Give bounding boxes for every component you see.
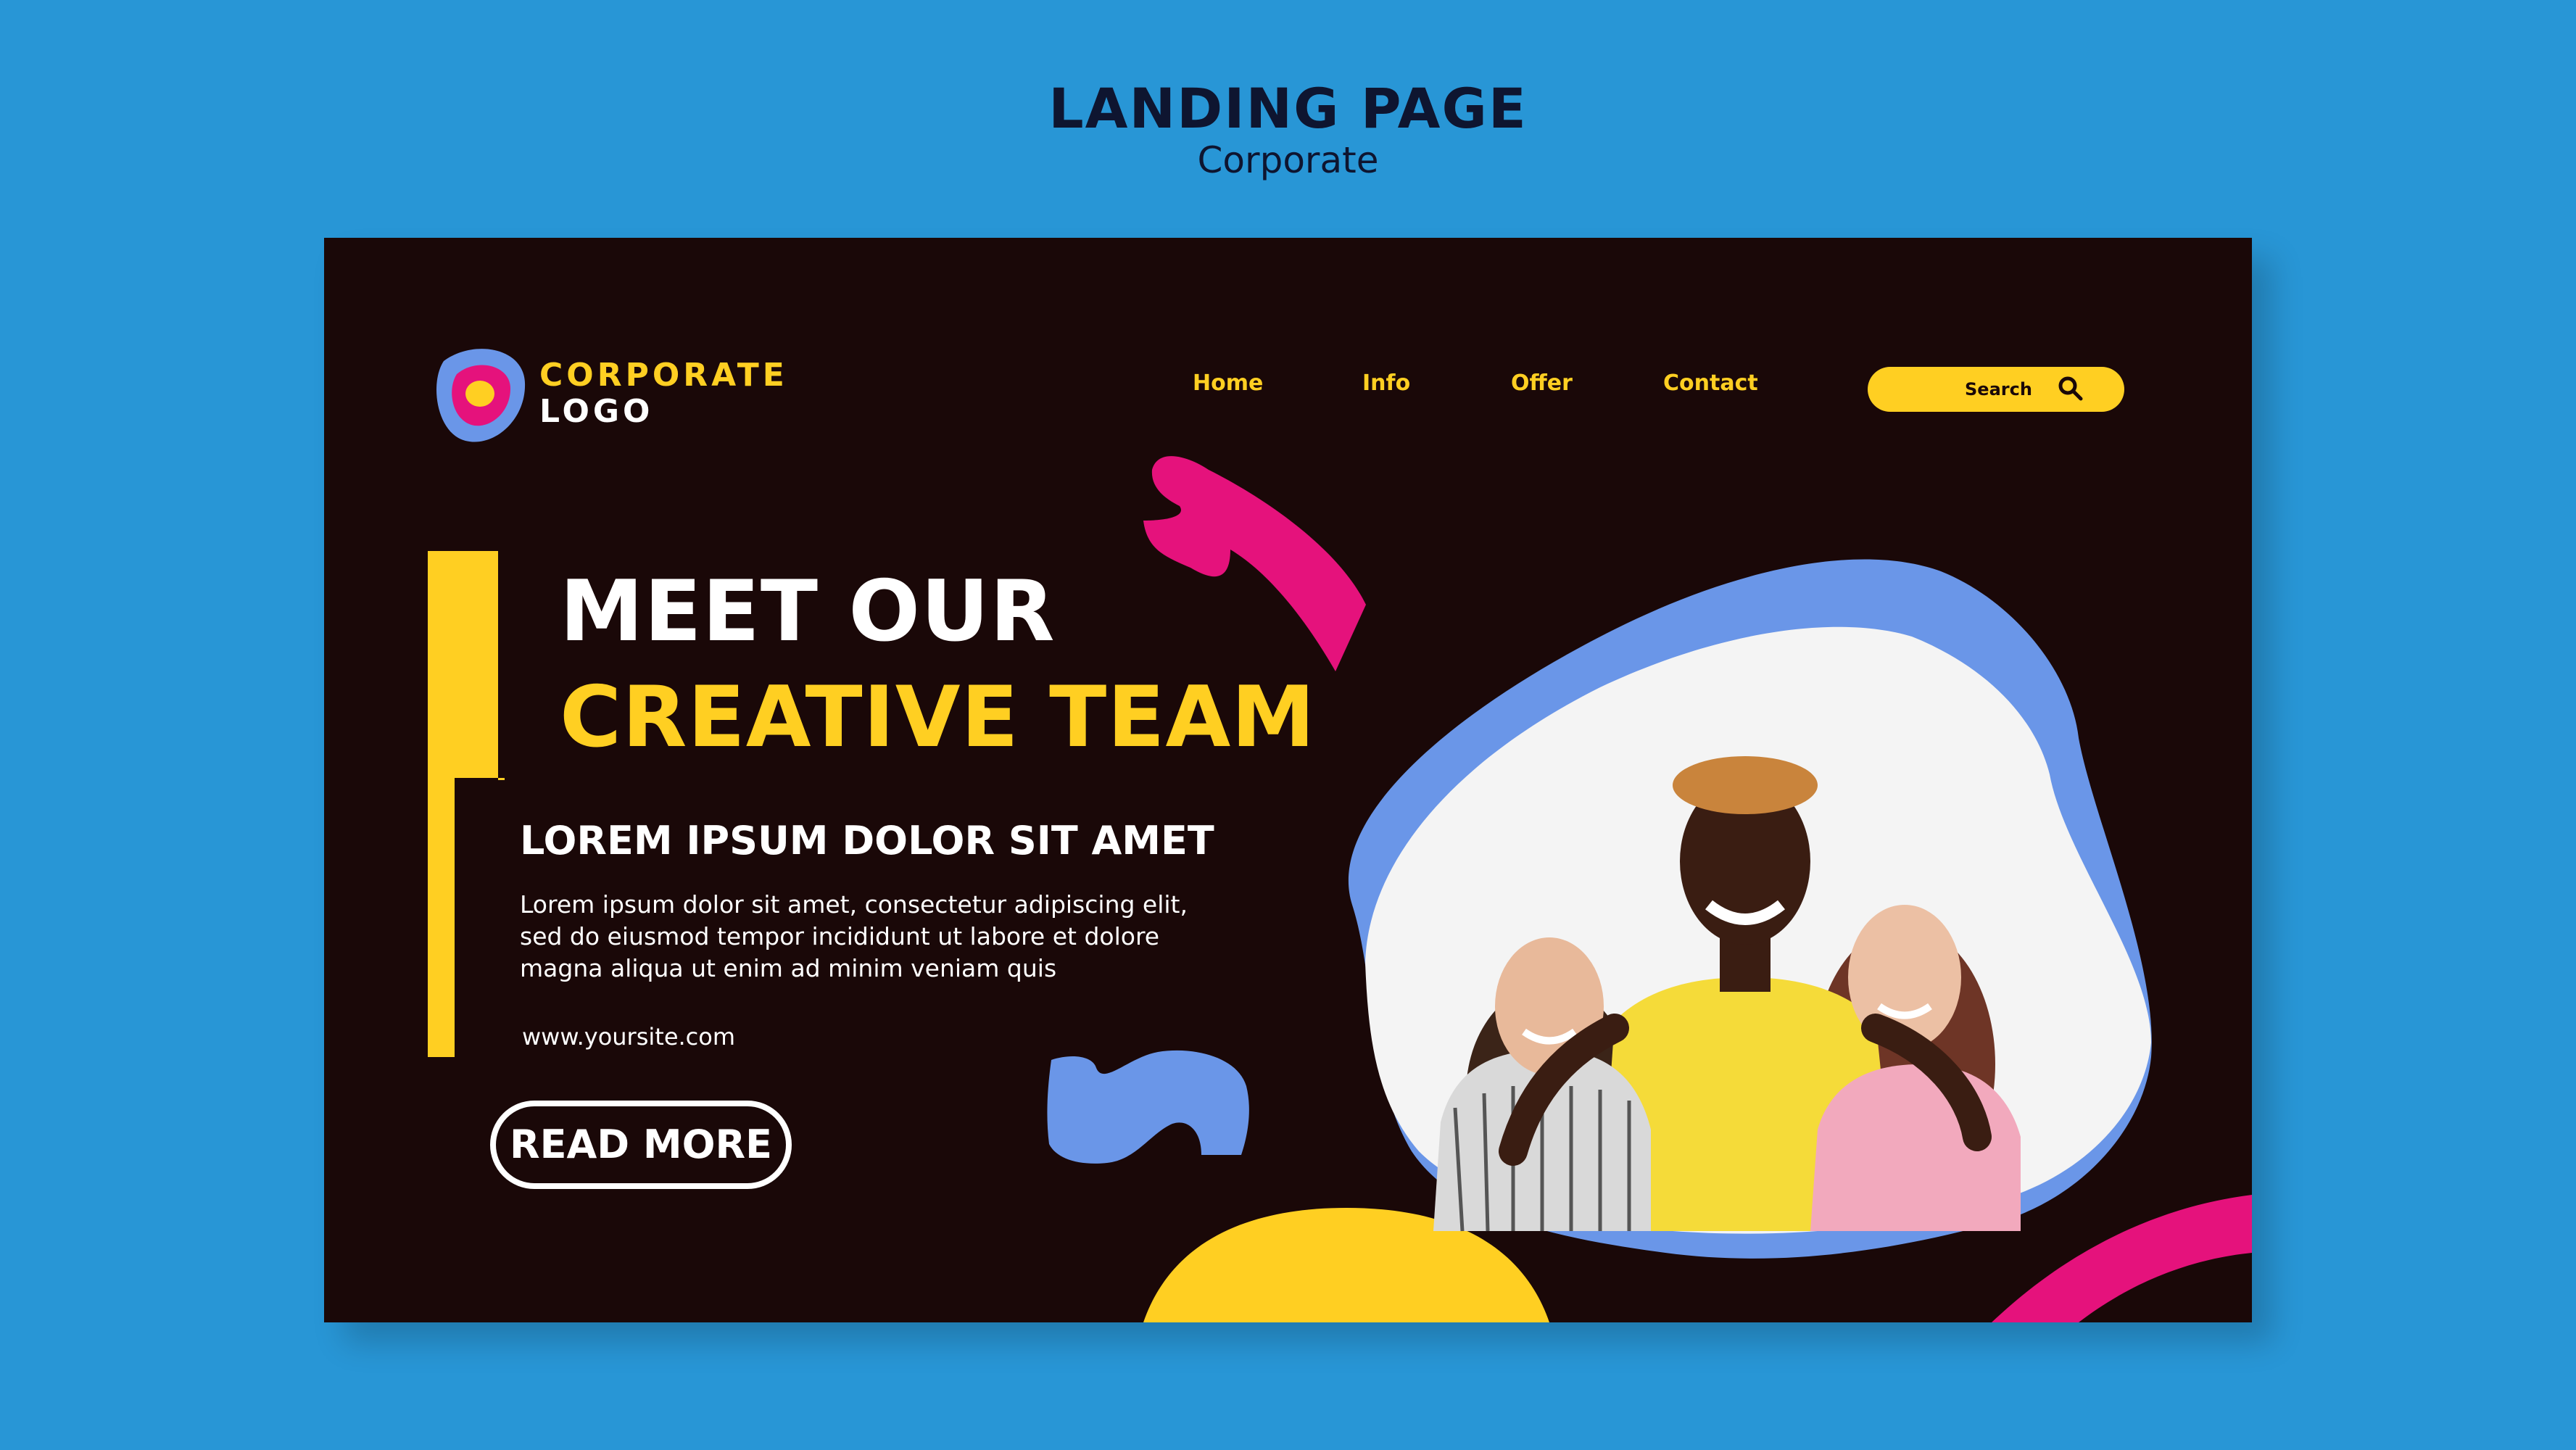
blue-s-shape — [1047, 1050, 1249, 1164]
nav-item-contact[interactable]: Contact — [1663, 370, 1758, 396]
logo-line-2: LOGO — [539, 393, 654, 430]
website-link[interactable]: www.yoursite.com — [522, 1023, 735, 1051]
nav-item-home[interactable]: Home — [1193, 370, 1263, 396]
search-button[interactable]: Search — [1868, 367, 2124, 412]
logo-line-1: CORPORATE — [539, 357, 788, 394]
search-label: Search — [1965, 379, 2032, 399]
hero-headline-line-1: MEET OUR — [560, 563, 1056, 660]
mockup-title: LANDING PAGE — [1048, 76, 1528, 141]
nav-item-info[interactable]: Info — [1362, 370, 1410, 396]
landing-page: CORPORATE LOGO Home Info Offer Contact S… — [324, 238, 2252, 1322]
logo-wordmark[interactable]: CORPORATE LOGO — [539, 357, 788, 430]
logo-mark-icon — [436, 349, 526, 442]
mockup-subtitle: Corporate — [1197, 139, 1379, 181]
hero-subheading: LOREM IPSUM DOLOR SIT AMET — [520, 818, 1214, 863]
nav-item-offer[interactable]: Offer — [1511, 370, 1573, 396]
hero-body-text: Lorem ipsum dolor sit amet, consectetur … — [520, 890, 1188, 982]
search-icon — [2058, 376, 2083, 401]
magenta-curve-shape — [1992, 1195, 2252, 1322]
read-more-button[interactable]: READ MORE — [490, 1101, 792, 1189]
yellow-bar-shape — [428, 551, 505, 1057]
hero-headline-line-2: CREATIVE TEAM — [560, 668, 1316, 766]
magenta-swirl-shape — [1143, 456, 1366, 671]
